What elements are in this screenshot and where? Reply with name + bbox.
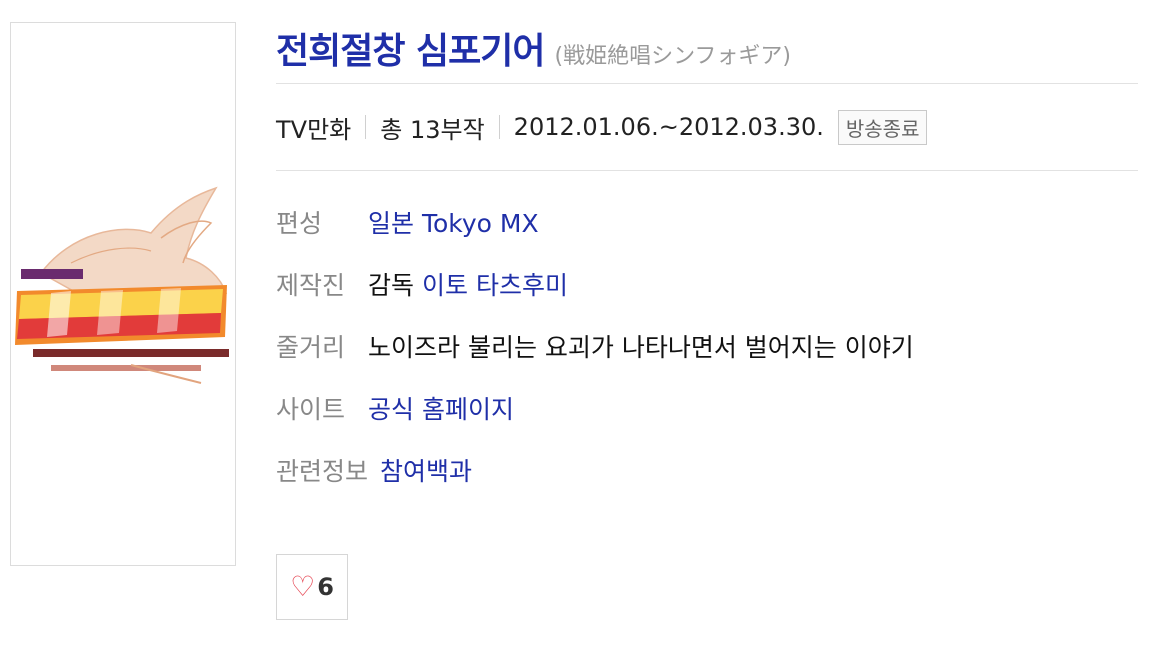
broadcast-label: 편성 [276,209,323,238]
status-badge: 방송종료 [837,109,928,145]
detail-related: 관련정보 참여백과 [276,439,1138,501]
symphogear-logo-icon [15,186,229,384]
detail-site: 사이트 공식 홈페이지 [276,377,1138,439]
divider [365,115,367,139]
detail-broadcast: 편성 일본 Tokyo MX [276,191,1138,253]
like-count: 6 [317,573,334,601]
episode-count: 총 13부작 [380,115,485,144]
title-row: 전희절창 심포기어 (戦姫絶唱シンフォギア) [276,14,1138,84]
related-label: 관련정보 [276,457,369,486]
plot-text: 노이즈라 불리는 요괴가 나타나면서 벌어지는 이야기 [368,333,914,362]
meta-row: TV만화 총 13부작 2012.01.06.~2012.03.30. 방송종료 [276,84,1138,171]
plot-label: 줄거리 [276,333,346,362]
broadcast-link[interactable]: 일본 Tokyo MX [368,204,539,240]
detail-plot: 줄거리 노이즈라 불리는 요괴가 나타나면서 벌어지는 이야기 [276,315,1138,377]
heart-icon: ♡ [290,570,316,603]
anime-poster[interactable] [10,22,236,566]
staff-role: 감독 [368,271,415,300]
anime-type: TV만화 [276,115,352,144]
anime-info-panel: 전희절창 심포기어 (戦姫絶唱シンフォギア) TV만화 총 13부작 2012.… [276,14,1138,501]
air-dates: 2012.01.06.~2012.03.30. [513,113,824,141]
site-label: 사이트 [276,395,346,424]
official-site-link[interactable]: 공식 홈페이지 [368,390,514,426]
staff-label: 제작진 [276,271,346,300]
divider [498,115,500,139]
like-button[interactable]: ♡ 6 [276,554,348,620]
related-link[interactable]: 참여백과 [380,452,472,488]
detail-staff: 제작진 감독 이토 타츠후미 [276,253,1138,315]
director-link[interactable]: 이토 타츠후미 [422,266,568,302]
anime-title-link[interactable]: 전희절창 심포기어 [276,22,545,74]
details-list: 편성 일본 Tokyo MX 제작진 감독 이토 타츠후미 줄거리 노이즈라 불… [276,191,1138,501]
original-title: (戦姫絶唱シンフォギア) [554,44,792,69]
